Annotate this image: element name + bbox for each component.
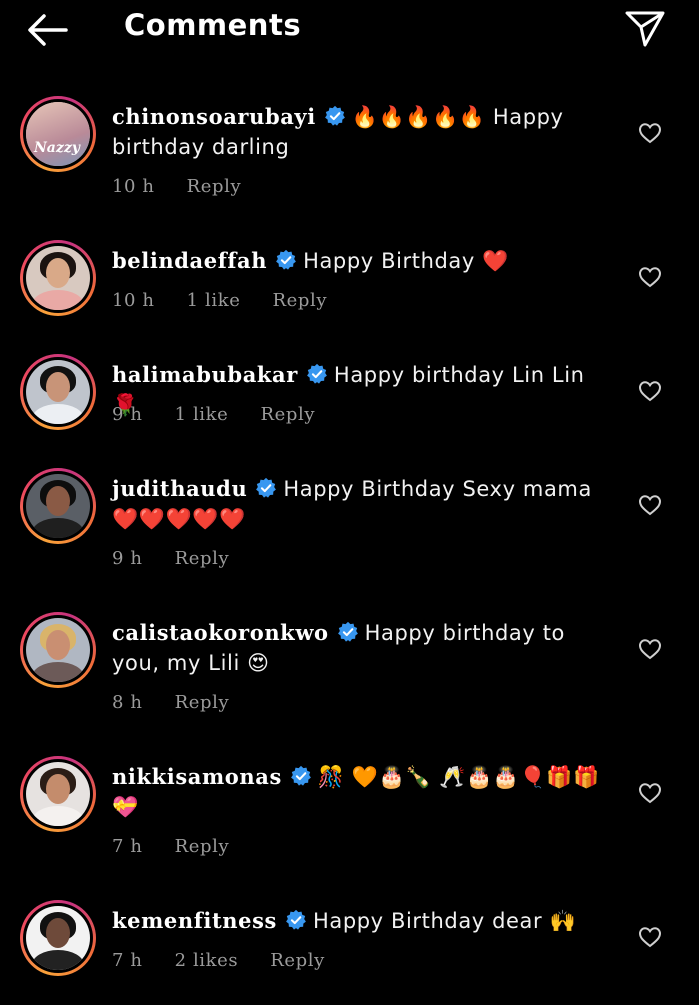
- share-button[interactable]: [622, 6, 668, 50]
- like-count[interactable]: 1 like: [187, 290, 241, 311]
- username[interactable]: chinonsoarubayi: [112, 104, 316, 129]
- comment-body: calistaokoronkwo Happy birthday to you, m…: [112, 618, 612, 678]
- comment-meta: 10 h Reply: [112, 176, 273, 197]
- username[interactable]: judithaudu: [112, 476, 247, 501]
- verified-badge-icon: [256, 477, 277, 498]
- avatar-logo-text: Nazzy: [34, 140, 80, 156]
- comment-time: 10 h: [112, 176, 155, 197]
- comment-text: Happy Birthday dear 🙌: [312, 909, 577, 933]
- comment-body: kemenfitness Happy Birthday dear 🙌: [112, 906, 612, 936]
- reply-button[interactable]: Reply: [187, 176, 242, 197]
- avatar[interactable]: [20, 354, 96, 430]
- heart-icon[interactable]: [638, 638, 662, 660]
- reply-button[interactable]: Reply: [260, 404, 315, 425]
- verified-badge-icon: [276, 249, 296, 270]
- avatar[interactable]: [20, 900, 96, 976]
- heart-icon[interactable]: [638, 266, 662, 288]
- verified-badge-icon: [324, 105, 345, 126]
- username[interactable]: belindaeffah: [112, 248, 267, 273]
- reply-button[interactable]: Reply: [270, 950, 325, 971]
- heart-icon[interactable]: [638, 122, 662, 144]
- avatar[interactable]: [20, 468, 96, 544]
- avatar[interactable]: [20, 240, 96, 316]
- back-button[interactable]: [24, 10, 70, 50]
- comment-meta: 8 h Reply: [112, 692, 261, 713]
- comment-body: chinonsoarubayi 🔥🔥🔥🔥🔥 Happy birthday darl…: [112, 102, 612, 162]
- verified-badge-icon: [337, 621, 358, 642]
- like-count[interactable]: 1 like: [175, 404, 229, 425]
- heart-icon[interactable]: [638, 926, 662, 948]
- comment-body: nikkisamonas 🎊 🧡🎂🍾 🥂🎂🎂🎈🎁🎁💝: [112, 762, 612, 822]
- page-title: Comments: [124, 8, 302, 42]
- comment-time: 8 h: [112, 692, 143, 713]
- verified-badge-icon: [290, 765, 311, 786]
- comment-text: Happy Birthday ❤️: [303, 249, 509, 273]
- username[interactable]: nikkisamonas: [112, 764, 282, 789]
- comment-meta: 7 h 2 likes Reply: [112, 950, 357, 971]
- comment-time: 10 h: [112, 290, 155, 311]
- comment-time: 9 h: [112, 548, 143, 569]
- like-count[interactable]: 2 likes: [175, 950, 239, 971]
- username[interactable]: calistaokoronkwo: [112, 620, 329, 645]
- heart-icon[interactable]: [638, 494, 662, 516]
- header-bar: Comments: [0, 0, 699, 60]
- comment-time: 9 h: [112, 404, 143, 425]
- avatar[interactable]: Nazzy: [20, 96, 96, 172]
- reply-button[interactable]: Reply: [272, 290, 327, 311]
- comment-time: 7 h: [112, 950, 143, 971]
- reply-button[interactable]: Reply: [175, 692, 230, 713]
- verified-badge-icon: [286, 909, 306, 930]
- comment-body: judithaudu Happy Birthday Sexy mama ❤️❤️❤…: [112, 474, 612, 534]
- comment-meta: 10 h 1 like Reply: [112, 290, 359, 311]
- avatar[interactable]: [20, 612, 96, 688]
- comment-body: belindaeffah Happy Birthday ❤️: [112, 246, 612, 276]
- paper-plane-icon: [625, 11, 665, 47]
- reply-button[interactable]: Reply: [175, 836, 230, 857]
- heart-icon[interactable]: [638, 380, 662, 402]
- comment-meta: 9 h Reply: [112, 548, 261, 569]
- avatar[interactable]: [20, 756, 96, 832]
- comment-meta: 7 h Reply: [112, 836, 261, 857]
- comment-meta: 9 h 1 like Reply: [112, 404, 347, 425]
- reply-button[interactable]: Reply: [175, 548, 230, 569]
- username[interactable]: halimabubakar: [112, 362, 298, 387]
- heart-icon[interactable]: [638, 782, 662, 804]
- arrow-left-icon: [28, 14, 68, 46]
- username[interactable]: kemenfitness: [112, 908, 277, 933]
- comment-time: 7 h: [112, 836, 143, 857]
- verified-badge-icon: [307, 363, 327, 384]
